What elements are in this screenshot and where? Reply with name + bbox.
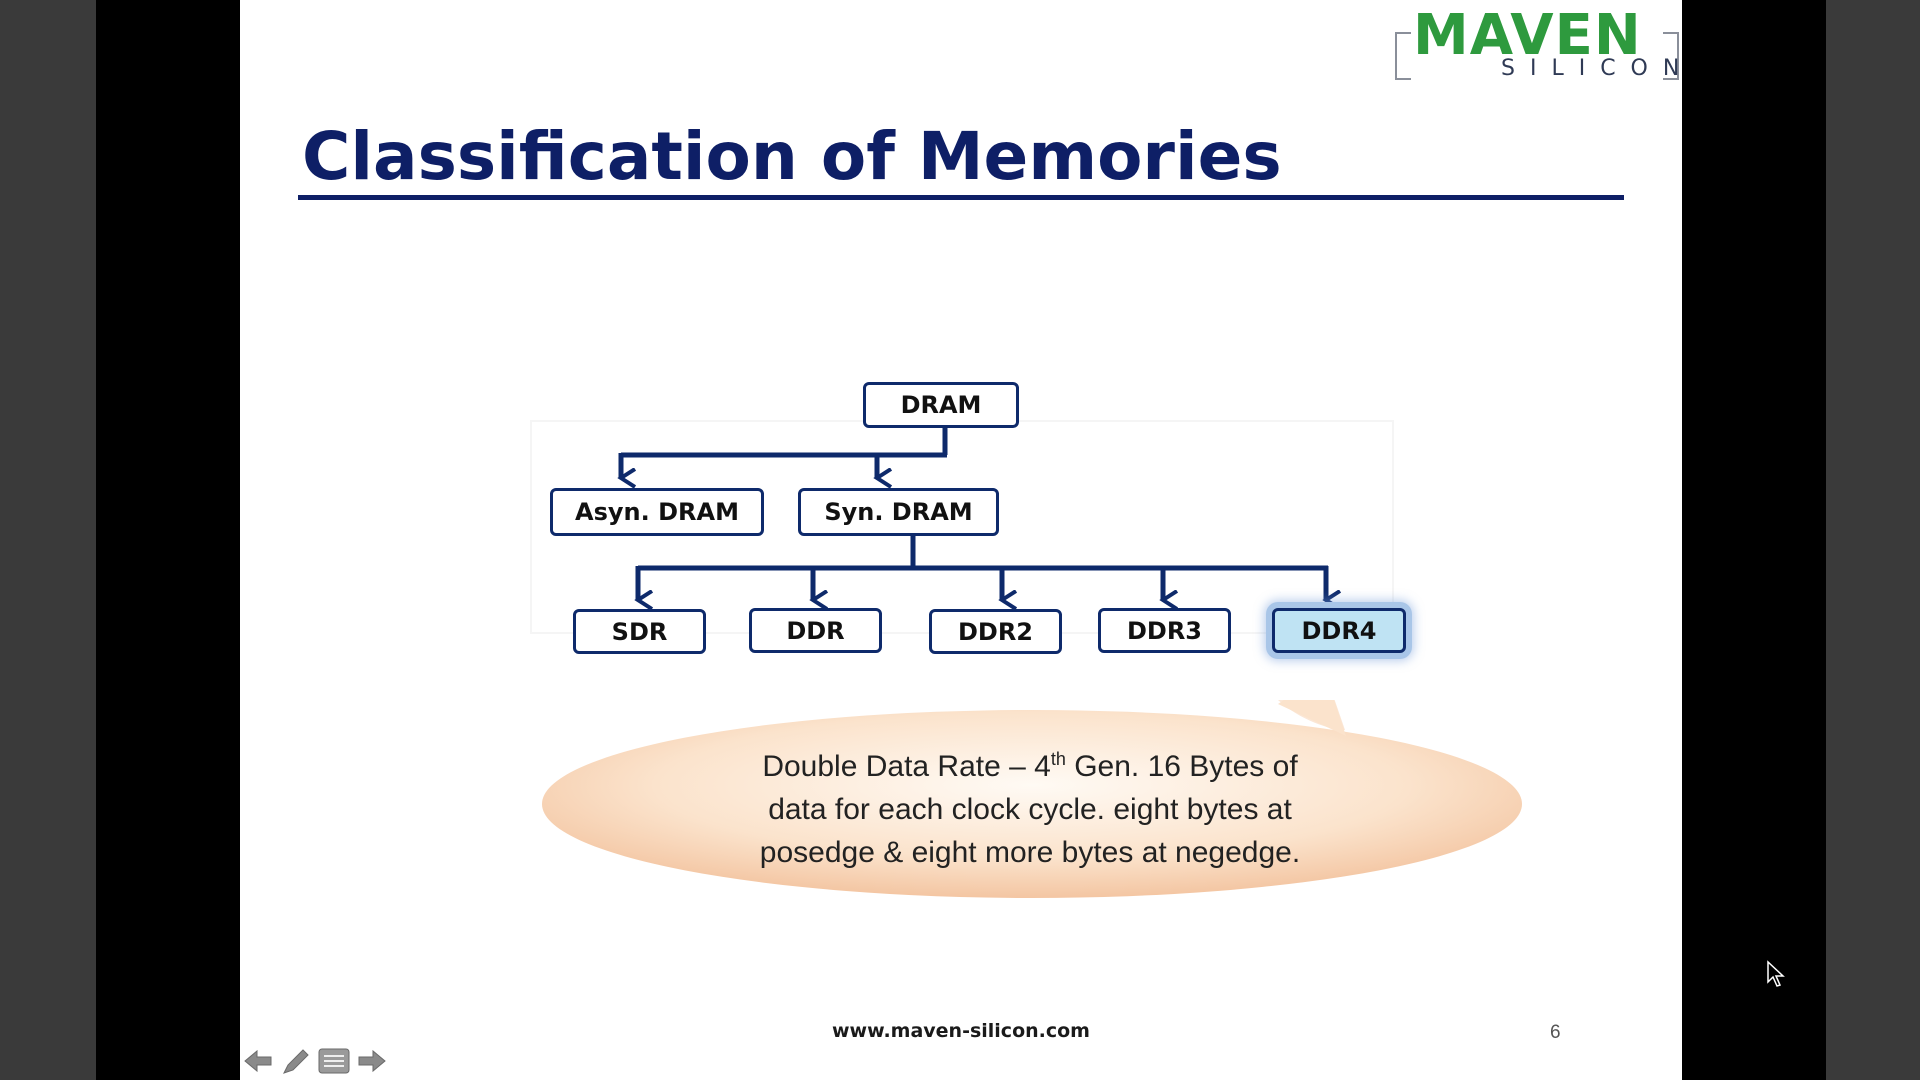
pen-icon[interactable] bbox=[280, 1046, 312, 1076]
node-syn-dram: Syn. DRAM bbox=[798, 488, 999, 536]
node-ddr: DDR bbox=[749, 608, 882, 653]
menu-icon[interactable] bbox=[318, 1046, 350, 1076]
arrow-right-icon[interactable] bbox=[356, 1046, 388, 1076]
right-black-margin bbox=[1682, 0, 1826, 1080]
callout-line-1: Double Data Rate – 4th Gen. 16 Bytes of bbox=[550, 738, 1510, 788]
left-black-margin bbox=[96, 0, 240, 1080]
right-gray-band bbox=[1826, 0, 1920, 1080]
node-ddr2: DDR2 bbox=[929, 609, 1062, 654]
tree-connectors bbox=[240, 428, 1682, 1080]
callout-superscript: th bbox=[1050, 749, 1066, 769]
left-gray-band bbox=[0, 0, 96, 1080]
node-ddr3: DDR3 bbox=[1098, 608, 1231, 653]
callout-line-1-a: Double Data Rate – 4 bbox=[762, 750, 1051, 783]
footer-url[interactable]: www.maven-silicon.com bbox=[640, 1020, 1282, 1042]
node-sdr: SDR bbox=[573, 609, 706, 654]
page-number: 6 bbox=[1550, 1022, 1561, 1043]
slide: MAVEN SILICON Classification of Memories… bbox=[240, 0, 1682, 1080]
callout-line-3: posedge & eight more bytes at negedge. bbox=[759, 836, 1301, 869]
callout-line-2: data for each clock cycle. eight bytes a… bbox=[768, 793, 1292, 826]
node-ddr4-highlighted: DDR4 bbox=[1272, 608, 1406, 653]
node-asyn-dram: Asyn. DRAM bbox=[550, 488, 764, 536]
slideshow-controls bbox=[242, 1046, 402, 1076]
node-dram: DRAM bbox=[863, 382, 1019, 428]
callout-text: Double Data Rate – 4th Gen. 16 Bytes of … bbox=[550, 738, 1510, 874]
callout-line-1-b: Gen. 16 Bytes of bbox=[1065, 750, 1298, 783]
mouse-cursor-icon bbox=[1767, 960, 1785, 987]
arrow-left-icon[interactable] bbox=[242, 1046, 274, 1076]
